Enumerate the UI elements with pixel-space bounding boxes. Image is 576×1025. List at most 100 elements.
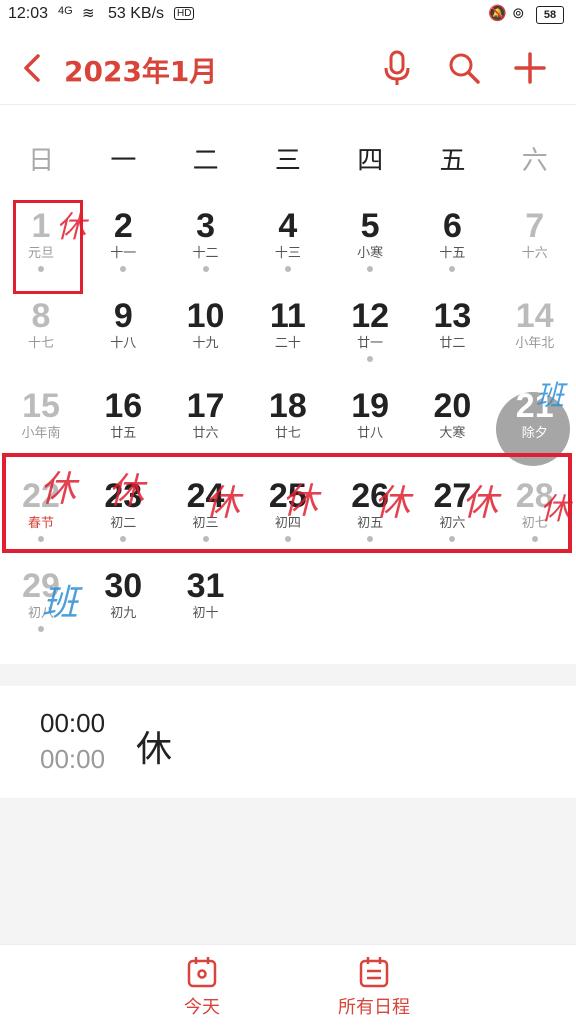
- weekday-thu: 四: [357, 146, 384, 176]
- event-title: 休: [136, 729, 173, 770]
- day-number: 13: [433, 297, 472, 335]
- day-cell[interactable]: 31 初十: [165, 550, 247, 640]
- lunar-label: 二十: [274, 336, 301, 351]
- day-cell[interactable]: 4 十三: [247, 190, 329, 280]
- day-number: 6: [442, 207, 462, 245]
- section-separator: [0, 664, 576, 686]
- event-start-time: 00:00: [40, 708, 106, 738]
- day-cell[interactable]: 3 十二: [165, 190, 247, 280]
- lunar-label: 除夕: [521, 426, 548, 441]
- day-number: 7: [525, 207, 545, 245]
- event-dot: [120, 266, 127, 272]
- day-number: 14: [515, 297, 554, 335]
- weekday-tue: 二: [192, 146, 219, 176]
- day-cell[interactable]: 18 廿七: [247, 370, 329, 460]
- day-cell[interactable]: 17 廿六: [165, 370, 247, 460]
- day-cell[interactable]: 12 廿一: [329, 280, 411, 370]
- handwritten-work-mark: 班: [42, 583, 79, 624]
- day-number: 19: [351, 387, 390, 425]
- day-number: 20: [433, 387, 472, 425]
- event-dot: [202, 266, 209, 272]
- day-number: 16: [104, 387, 143, 425]
- lunar-label: 十一: [110, 246, 137, 261]
- lunar-label: 大寒: [439, 426, 466, 441]
- plus-icon: [514, 52, 546, 84]
- month-title[interactable]: 2023年1月: [64, 50, 217, 90]
- day-cell[interactable]: 2 十一: [82, 190, 164, 280]
- day-cell[interactable]: 6 十五: [411, 190, 493, 280]
- lunar-label: 十九: [192, 336, 219, 351]
- lunar-label: 十五: [439, 246, 466, 261]
- search-button[interactable]: [444, 48, 484, 88]
- hd-icon: HD: [174, 7, 195, 20]
- event-dot: [284, 266, 291, 272]
- tab-today[interactable]: 今天: [132, 955, 272, 1019]
- add-event-button[interactable]: [510, 48, 550, 88]
- day-cell[interactable]: 16 廿五: [82, 370, 164, 460]
- back-button[interactable]: [18, 48, 48, 88]
- lunar-label: 廿一: [357, 336, 384, 351]
- day-cell[interactable]: 20 大寒: [411, 370, 493, 460]
- event-list-icon: [359, 957, 389, 988]
- day-cell[interactable]: 13 廿二: [411, 280, 493, 370]
- weekday-mon: 一: [110, 146, 137, 176]
- rotation-lock-icon: ⊚: [512, 5, 525, 22]
- handwritten-rest-mark: 休: [374, 483, 411, 524]
- calendar-today-icon: [187, 957, 217, 988]
- day-number: 4: [278, 207, 298, 245]
- lunar-label: 十二: [192, 246, 219, 261]
- day-cell[interactable]: 19 廿八: [329, 370, 411, 460]
- handwritten-rest-mark: 休: [540, 492, 570, 527]
- voice-button[interactable]: [378, 48, 418, 88]
- day-number: 9: [113, 297, 133, 335]
- event-item[interactable]: 00:00 00:00 休: [0, 686, 576, 798]
- lunar-label: 廿七: [274, 426, 301, 441]
- handwritten-rest-mark: 休: [40, 469, 77, 510]
- weekday-sat: 六: [521, 146, 548, 176]
- event-dot: [449, 266, 456, 272]
- handwritten-rest-mark: 休: [282, 481, 319, 522]
- lunar-label: 小年北: [515, 336, 555, 351]
- day-cell[interactable]: 5 小寒: [329, 190, 411, 280]
- status-time: 12:03: [8, 5, 49, 22]
- lunar-label: 十六: [521, 246, 548, 261]
- day-number: 10: [186, 297, 225, 335]
- day-cell[interactable]: 30 初九: [82, 550, 164, 640]
- network-speed: 53 KB/s: [108, 5, 165, 22]
- tab-all-events[interactable]: 所有日程: [304, 955, 444, 1019]
- event-dot: [367, 266, 374, 272]
- event-dot: [38, 626, 44, 632]
- day-number: 15: [22, 387, 60, 425]
- header-divider: [0, 104, 576, 105]
- day-number: 12: [351, 297, 390, 335]
- day-cell[interactable]: 15 小年南: [0, 370, 82, 460]
- handwritten-rest-mark: 休: [204, 483, 241, 524]
- day-cell[interactable]: 11 二十: [247, 280, 329, 370]
- day-number: 17: [186, 387, 225, 425]
- day-number: 18: [268, 387, 307, 425]
- signal-icon: 4G: [58, 5, 73, 17]
- handwritten-rest-mark: 休: [462, 483, 499, 524]
- lunar-label: 初十: [192, 606, 219, 621]
- day-number: 11: [269, 297, 306, 335]
- day-cell[interactable]: 9 十八: [82, 280, 164, 370]
- tab-today-label: 今天: [184, 997, 220, 1018]
- day-cell[interactable]: 7 十六: [494, 190, 576, 280]
- lunar-label: 小寒: [357, 246, 384, 261]
- status-bar: 12:03 4G ≋ 53 KB/s HD 🔕 ⊚ 58: [0, 0, 576, 32]
- day-number: 8: [31, 297, 51, 335]
- lunar-label: 十七: [27, 336, 54, 351]
- lunar-label: 小年南: [21, 426, 61, 441]
- handwritten-rest-mark: 休: [108, 471, 145, 512]
- day-cell[interactable]: 10 十九: [165, 280, 247, 370]
- weekday-fri: 五: [439, 146, 466, 176]
- day-number: 30: [104, 567, 143, 605]
- tab-all-events-label: 所有日程: [338, 997, 410, 1018]
- lunar-label: 十三: [274, 246, 301, 261]
- weekday-sun: 日: [28, 146, 55, 176]
- lunar-label: 廿二: [439, 336, 466, 351]
- day-cell[interactable]: 14 小年北: [494, 280, 576, 370]
- day-number: 3: [196, 207, 216, 245]
- empty-area: [0, 798, 576, 944]
- handwritten-rest-mark: 休: [56, 210, 86, 245]
